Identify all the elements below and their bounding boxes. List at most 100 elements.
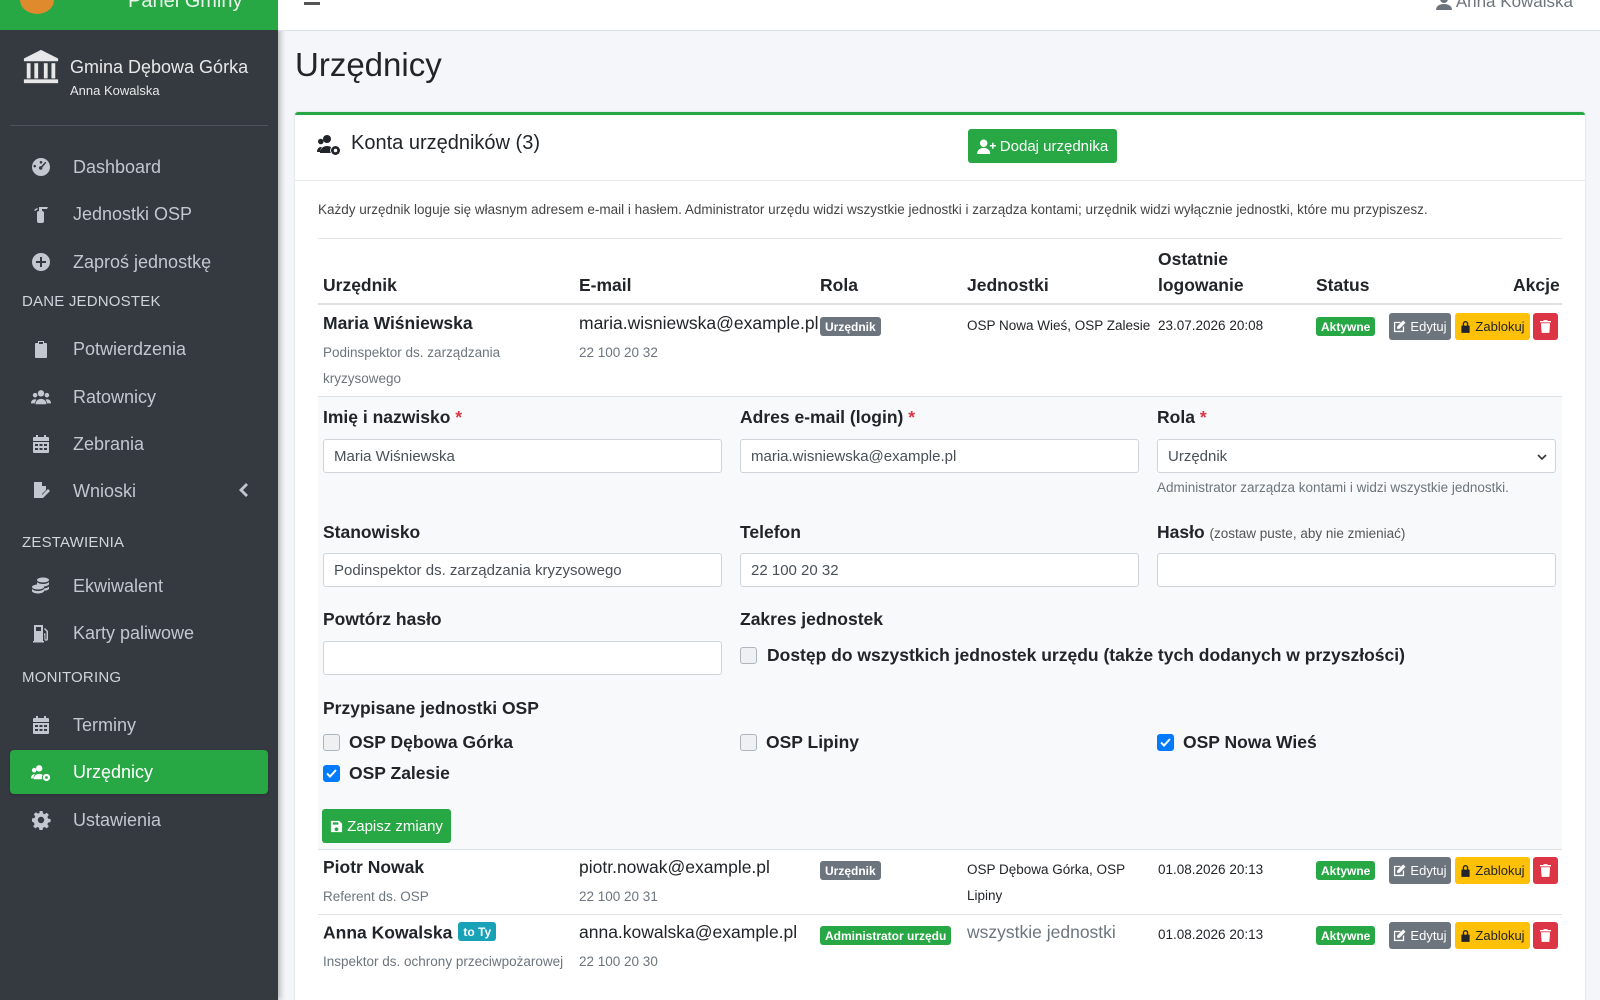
card-title: Konta urzędników (3)	[317, 132, 540, 155]
role-select-value: Urzędnik	[1168, 447, 1228, 465]
add-official-button[interactable]: Dodaj urzędnika	[968, 129, 1117, 163]
password-field[interactable]	[1157, 553, 1556, 587]
all-units-checkbox[interactable]	[740, 647, 757, 664]
trash-icon	[1540, 929, 1551, 942]
top-navbar: Anna Kowalska	[278, 0, 1600, 31]
brand-text: Panel Gminy	[128, 0, 243, 12]
col-header-last-login-line1: Ostatnie	[1158, 249, 1229, 269]
unit-checkbox-nowa-wies[interactable]	[1157, 734, 1174, 751]
name-field[interactable]: Maria Wiśniewska	[323, 439, 722, 473]
status-badge: Aktywne	[1316, 926, 1376, 945]
sidebar-user-name: Anna Kowalska	[70, 83, 160, 98]
delete-button[interactable]	[1533, 857, 1558, 884]
unit-checkbox-label[interactable]: OSP Dębowa Górka	[349, 732, 513, 753]
sidebar-item-deadlines[interactable]: Terminy	[10, 703, 268, 747]
save-icon	[330, 820, 343, 832]
official-position: Podinspektor ds. zarządzania kryzysowego	[323, 340, 500, 392]
institution-icon	[23, 49, 59, 84]
official-email: anna.kowalska@example.pl	[579, 922, 798, 942]
lock-icon	[1461, 865, 1471, 877]
email-field[interactable]: maria.wisniewska@example.pl	[740, 439, 1139, 473]
sidebar-item-label: Ustawienia	[73, 809, 162, 830]
repeat-password-label: Powtórz hasło	[323, 609, 442, 629]
info-text: Każdy urzędnik loguje się własnym adrese…	[318, 202, 1428, 217]
delete-button[interactable]	[1533, 922, 1558, 949]
sidebar-item-label: Dashboard	[73, 156, 162, 177]
official-units: OSP Dębowa Górka, OSP Lipiny	[967, 857, 1125, 909]
user-plus-icon	[976, 138, 996, 154]
official-phone: 22 100 20 32	[579, 345, 658, 360]
delete-button[interactable]	[1533, 313, 1558, 340]
role-select[interactable]: Urzędnik	[1157, 439, 1556, 473]
col-header-official[interactable]: Urzędnik	[323, 272, 397, 298]
sidebar-section-monitoring: MONITORING	[22, 669, 122, 686]
repeat-password-field[interactable]	[323, 641, 722, 675]
status-badge: Aktywne	[1316, 861, 1376, 880]
last-login: 23.07.2026 20:08	[1158, 318, 1264, 333]
sidebar-item-osp-units[interactable]: Jednostki OSP	[10, 192, 268, 236]
official-name: Anna Kowalska to Ty	[323, 922, 497, 944]
save-changes-button[interactable]: Zapisz zmiany	[322, 809, 451, 843]
col-header-email[interactable]: E-mail	[579, 272, 632, 298]
lock-button[interactable]: Zablokuj	[1455, 922, 1530, 949]
sidebar-section-unit-data: DANE JEDNOSTEK	[22, 293, 161, 310]
unit-checkbox-zalesie[interactable]	[323, 765, 340, 782]
edit-icon	[1394, 864, 1406, 877]
official-units: wszystkie jednostki	[967, 922, 1116, 942]
col-header-units[interactable]: Jednostki	[967, 272, 1049, 298]
position-field[interactable]: Podinspektor ds. zarządzania kryzysowego	[323, 553, 722, 587]
sidebar-item-rescuers[interactable]: Ratownicy	[10, 375, 268, 419]
file-signature-icon	[21, 481, 61, 501]
col-header-last-login[interactable]: Ostatnie logowanie	[1158, 246, 1244, 298]
org-name[interactable]: Gmina Dębowa Górka	[70, 57, 248, 78]
edit-button[interactable]: Edytuj	[1389, 922, 1451, 949]
sidebar-item-confirmations[interactable]: Potwierdzenia	[10, 327, 268, 371]
sidebar-item-invite-unit[interactable]: Zaproś jednostkę	[10, 240, 268, 284]
official-email: maria.wisniewska@example.pl	[579, 313, 819, 333]
sidebar-item-equivalent[interactable]: Ekwiwalent	[10, 564, 268, 608]
save-changes-label: Zapisz zmiany	[347, 817, 443, 835]
unit-checkbox-label[interactable]: OSP Zalesie	[349, 763, 450, 784]
col-header-role[interactable]: Rola	[820, 272, 858, 298]
phone-field[interactable]: 22 100 20 32	[740, 553, 1139, 587]
edit-button[interactable]: Edytuj	[1389, 857, 1451, 884]
lock-icon	[1461, 321, 1471, 333]
sidebar-item-fuel-cards[interactable]: Karty paliwowe	[10, 611, 268, 655]
all-units-checkbox-label[interactable]: Dostęp do wszystkich jednostek urzędu (t…	[767, 645, 1405, 666]
sidebar-item-label: Zebrania	[73, 433, 145, 454]
official-units-line2: Lipiny	[967, 888, 1003, 903]
trash-icon	[1540, 320, 1551, 333]
assigned-units-label: Przypisane jednostki OSP	[323, 698, 539, 718]
unit-checkbox-debowa-gorka[interactable]	[323, 734, 340, 751]
page-title: Urzędnicy	[295, 46, 442, 83]
users-cog-icon	[317, 134, 340, 155]
sidebar: Panel Gminy Gmina Dębowa Górka Anna Kowa…	[0, 0, 278, 1000]
lock-button[interactable]: Zablokuj	[1455, 313, 1530, 340]
sidebar-item-settings[interactable]: Ustawienia	[10, 798, 268, 842]
menu-toggle-icon[interactable]	[304, 2, 320, 5]
gas-pump-icon	[21, 623, 61, 643]
lock-button[interactable]: Zablokuj	[1455, 857, 1530, 884]
edit-button[interactable]: Edytuj	[1389, 313, 1451, 340]
sidebar-item-applications[interactable]: Wnioski	[10, 469, 268, 513]
official-name: Maria Wiśniewska	[323, 313, 473, 333]
password-label: Hasło (zostaw puste, aby nie zmieniać)	[1157, 522, 1406, 542]
col-header-actions: Akcje	[1513, 275, 1560, 295]
chevron-down-icon	[1537, 454, 1547, 461]
check-icon	[1160, 738, 1171, 747]
trash-icon	[1540, 864, 1551, 877]
sidebar-item-dashboard[interactable]: Dashboard	[10, 145, 268, 189]
unit-checkbox-label[interactable]: OSP Nowa Wieś	[1183, 732, 1317, 753]
position-label: Stanowisko	[323, 522, 421, 542]
you-badge: to Ty	[458, 922, 497, 941]
brand-bar[interactable]: Panel Gminy	[0, 0, 278, 30]
sidebar-item-officials[interactable]: Urzędnicy	[10, 750, 268, 794]
unit-checkbox-label[interactable]: OSP Lipiny	[766, 732, 859, 753]
chevron-left-icon	[239, 483, 248, 497]
top-user-menu[interactable]: Anna Kowalska	[1435, 0, 1573, 12]
sidebar-item-meetings[interactable]: Zebrania	[10, 422, 268, 466]
unit-checkbox-lipiny[interactable]	[740, 734, 757, 751]
card-title-text: Konta urzędników (3)	[351, 132, 540, 154]
scope-label: Zakres jednostek	[740, 609, 883, 629]
col-header-status[interactable]: Status	[1316, 272, 1369, 298]
